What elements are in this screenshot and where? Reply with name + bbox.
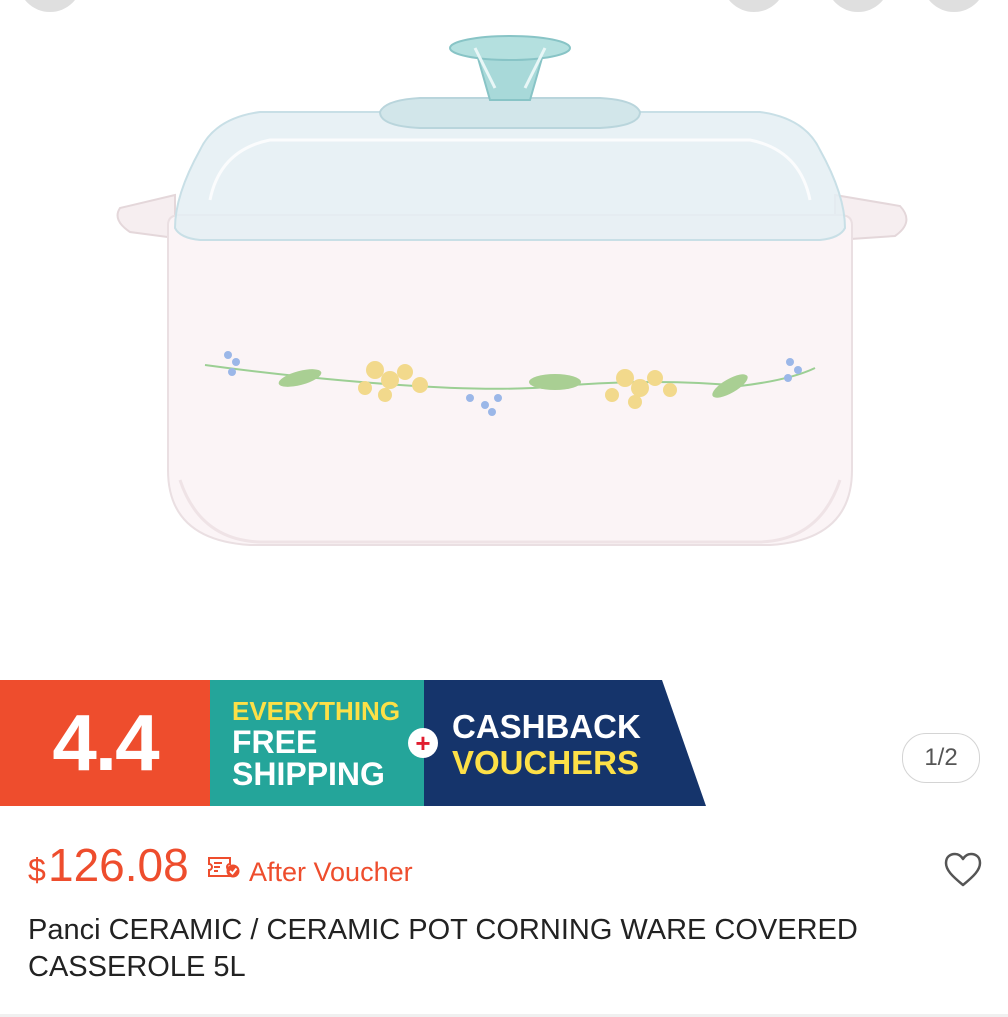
- product-title: Panci CERAMIC / CERAMIC POT CORNING WARE…: [28, 914, 858, 983]
- price-row: $ 126.08 After Voucher: [28, 838, 928, 894]
- plus-icon: +: [408, 728, 438, 758]
- voucher-check-icon: [208, 857, 240, 878]
- cashback-block: CASHBACK VOUCHERS: [424, 680, 706, 806]
- voucher-label: After Voucher: [249, 857, 413, 887]
- shipping-line-1: EVERYTHING: [232, 696, 401, 726]
- promo-number-block: 4.4: [0, 680, 210, 806]
- shipping-line-3: SHIPPING: [232, 756, 385, 792]
- image-counter: 1/2: [902, 733, 980, 783]
- free-shipping-block: EVERYTHING FREE SHIPPING: [210, 680, 424, 806]
- price-currency: $: [28, 852, 46, 888]
- heart-outline-icon[interactable]: [944, 852, 982, 888]
- price-amount: 126.08: [48, 839, 189, 891]
- cashback-line-2: VOUCHERS: [452, 744, 640, 781]
- product-image[interactable]: [0, 0, 1008, 680]
- promo-banner[interactable]: 4.4 EVERYTHING FREE SHIPPING CASHBACK VO…: [0, 680, 1008, 806]
- promo-number: 4.4: [52, 698, 159, 787]
- casserole-illustration: [116, 35, 908, 546]
- cashback-line-1: CASHBACK: [452, 708, 641, 745]
